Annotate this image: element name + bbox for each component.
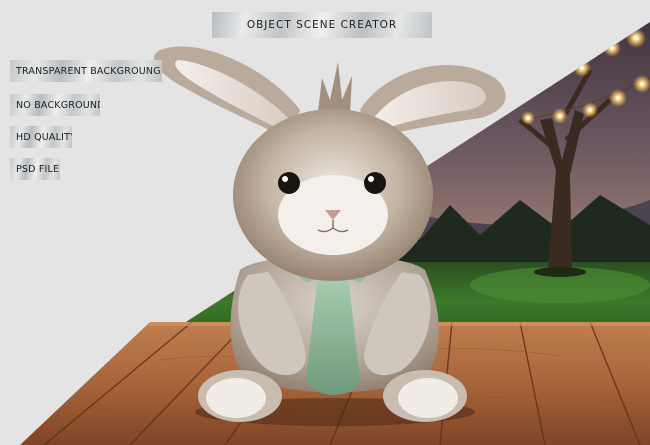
feature-badge-transparent-background: TRANSPARENT BACKGROUNG	[10, 60, 162, 82]
feature-badge-no-background: NO BACKGROUND	[10, 94, 100, 116]
poster-canvas: OBJECT SCENE CREATOR TRANSPARENT BACKGRO…	[0, 0, 650, 445]
feature-badge-psd-file: PSD FILE	[10, 158, 60, 180]
page-title: OBJECT SCENE CREATOR	[212, 12, 432, 38]
feature-badge-hd-quality: HD QUALITY	[10, 126, 72, 148]
